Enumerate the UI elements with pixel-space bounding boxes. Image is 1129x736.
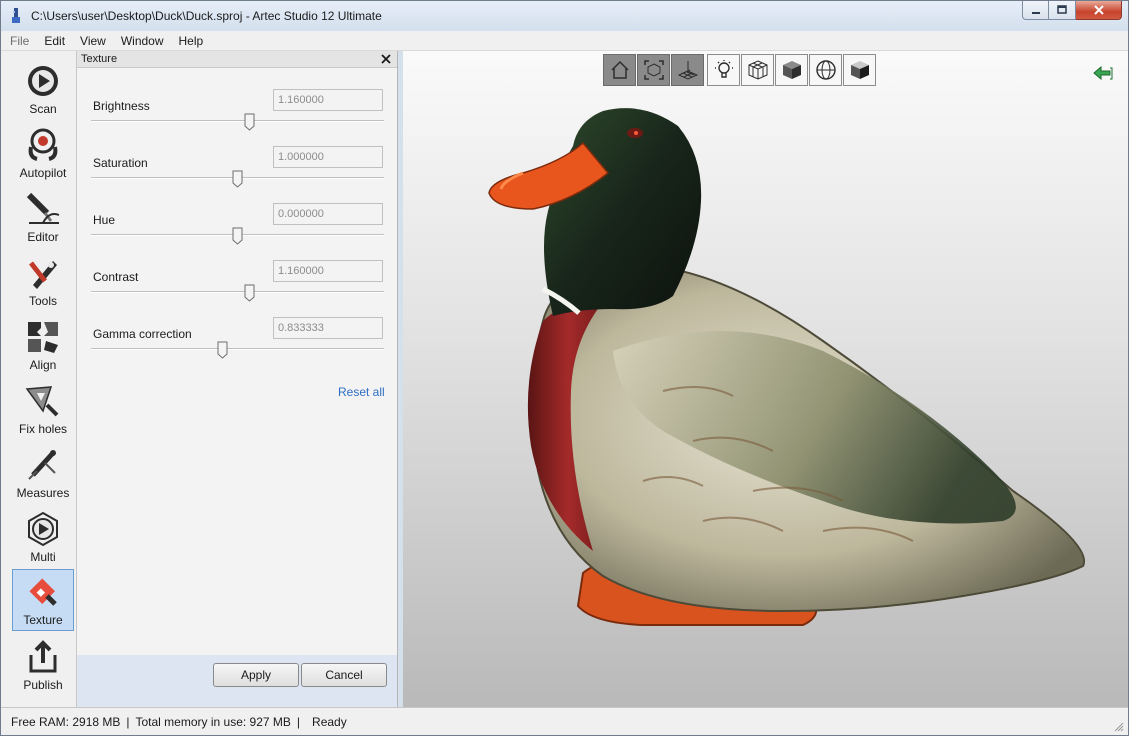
grid-toggle-button[interactable] (671, 54, 704, 86)
app-icon (12, 8, 20, 23)
tool-measures[interactable]: Measures (12, 443, 74, 505)
menu-help[interactable]: Help (179, 34, 204, 48)
minimize-icon (1031, 12, 1040, 14)
saturation-control: Saturation 1.000000 (77, 146, 397, 208)
hue-value-field[interactable]: 0.000000 (273, 203, 383, 225)
align-icon (28, 322, 58, 353)
home-view-icon (610, 60, 629, 79)
close-panel-icon[interactable] (379, 52, 393, 66)
light-bulb-icon (714, 60, 733, 78)
back-arrow-icon[interactable] (1092, 64, 1114, 82)
solid-cube-icon (782, 61, 801, 79)
measures-icon (28, 450, 56, 480)
fit-view-icon (643, 60, 664, 80)
fix-holes-icon (25, 386, 59, 417)
tool-scan[interactable]: Scan (12, 59, 74, 121)
menu-file[interactable]: File (10, 34, 29, 48)
menu-window[interactable]: Window (121, 34, 164, 48)
contrast-slider-handle[interactable] (244, 284, 255, 302)
tools-icon (29, 261, 57, 289)
publish-icon (29, 640, 57, 673)
resize-grip-icon[interactable] (1114, 722, 1124, 732)
menu-edit[interactable]: Edit (44, 34, 65, 48)
gamma-value-field[interactable]: 0.833333 (273, 317, 383, 339)
tool-autopilot[interactable]: Autopilot (12, 123, 74, 185)
home-view-button[interactable] (603, 54, 636, 86)
status-separator: | (126, 714, 130, 729)
app-window: C:\Users\user\Desktop\Duck\Duck.sproj - … (0, 0, 1129, 736)
maximize-icon (1057, 5, 1067, 14)
3d-viewport[interactable] (403, 51, 1128, 707)
ready-status: Ready (312, 714, 347, 729)
autopilot-icon (28, 128, 58, 161)
cancel-button[interactable]: Cancel (301, 663, 387, 687)
multi-icon (28, 511, 58, 547)
brightness-value-field[interactable]: 1.160000 (273, 89, 383, 111)
tool-multi[interactable]: Multi (12, 507, 74, 569)
sphere-mode-button[interactable] (809, 54, 842, 86)
grid-icon (677, 61, 698, 80)
brightness-control: Brightness 1.160000 (77, 89, 397, 151)
contrast-slider-track[interactable] (91, 291, 384, 293)
wireframe-cube-icon (748, 60, 767, 80)
hue-slider-handle[interactable] (232, 227, 243, 245)
title-bar: C:\Users\user\Desktop\Duck\Duck.sproj - … (1, 1, 1128, 31)
brightness-slider-handle[interactable] (244, 113, 255, 131)
tool-sidebar: Scan Autopilot Editor Tools Align Fix ho… (1, 51, 77, 707)
sphere-icon (815, 60, 836, 80)
panel-title: Texture (81, 53, 118, 65)
tool-fix-holes[interactable]: Fix holes (12, 379, 74, 441)
panel-footer: Apply Cancel (77, 655, 397, 707)
gamma-correction-control: Gamma correction 0.833333 (77, 317, 397, 379)
menu-view[interactable]: View (80, 34, 106, 48)
contrast-value-field[interactable]: 1.160000 (273, 260, 383, 282)
hue-control: Hue 0.000000 (77, 203, 397, 265)
status-separator: | (296, 714, 301, 729)
editor-icon (26, 192, 60, 224)
viewport-toolbar (603, 54, 877, 86)
scan-icon (28, 66, 58, 96)
textured-mode-button[interactable] (843, 54, 876, 86)
tool-tools[interactable]: Tools (12, 251, 74, 313)
panel-header: Texture (77, 51, 397, 68)
texture-icon (29, 578, 57, 606)
window-title: C:\Users\user\Desktop\Duck\Duck.sproj - … (31, 9, 382, 23)
free-ram-status: Free RAM: 2918 MB (11, 714, 121, 729)
maximize-button[interactable] (1049, 1, 1076, 20)
reset-all-link[interactable]: Reset all (338, 385, 385, 399)
lighting-button[interactable] (707, 54, 740, 86)
close-button[interactable] (1076, 1, 1122, 20)
contrast-control: Contrast 1.160000 (77, 260, 397, 322)
apply-button[interactable]: Apply (213, 663, 299, 687)
texture-panel: Texture Brightness 1.160000 Saturation 1… (77, 51, 398, 707)
solid-mode-button[interactable] (775, 54, 808, 86)
fit-view-button[interactable] (637, 54, 670, 86)
textured-cube-icon (850, 61, 869, 79)
gamma-slider-track[interactable] (91, 348, 384, 350)
gamma-slider-handle[interactable] (217, 341, 228, 359)
tool-publish[interactable]: Publish (12, 635, 74, 697)
menu-bar: File Edit View Window Help (1, 31, 1128, 51)
saturation-value-field[interactable]: 1.000000 (273, 146, 383, 168)
total-memory-status: Total memory in use: 927 MB (135, 714, 291, 729)
tool-editor[interactable]: Editor (12, 187, 74, 249)
tool-texture[interactable]: Texture (12, 569, 74, 631)
window-controls (1022, 1, 1122, 21)
brightness-slider-track[interactable] (91, 120, 384, 122)
minimize-button[interactable] (1022, 1, 1049, 20)
wireframe-mode-button[interactable] (741, 54, 774, 86)
status-bar: Free RAM: 2918 MB | Total memory in use:… (1, 707, 1128, 735)
saturation-slider-handle[interactable] (232, 170, 243, 188)
close-icon (1093, 5, 1104, 15)
tool-align[interactable]: Align (12, 315, 74, 377)
duck-model[interactable] (403, 51, 1128, 707)
